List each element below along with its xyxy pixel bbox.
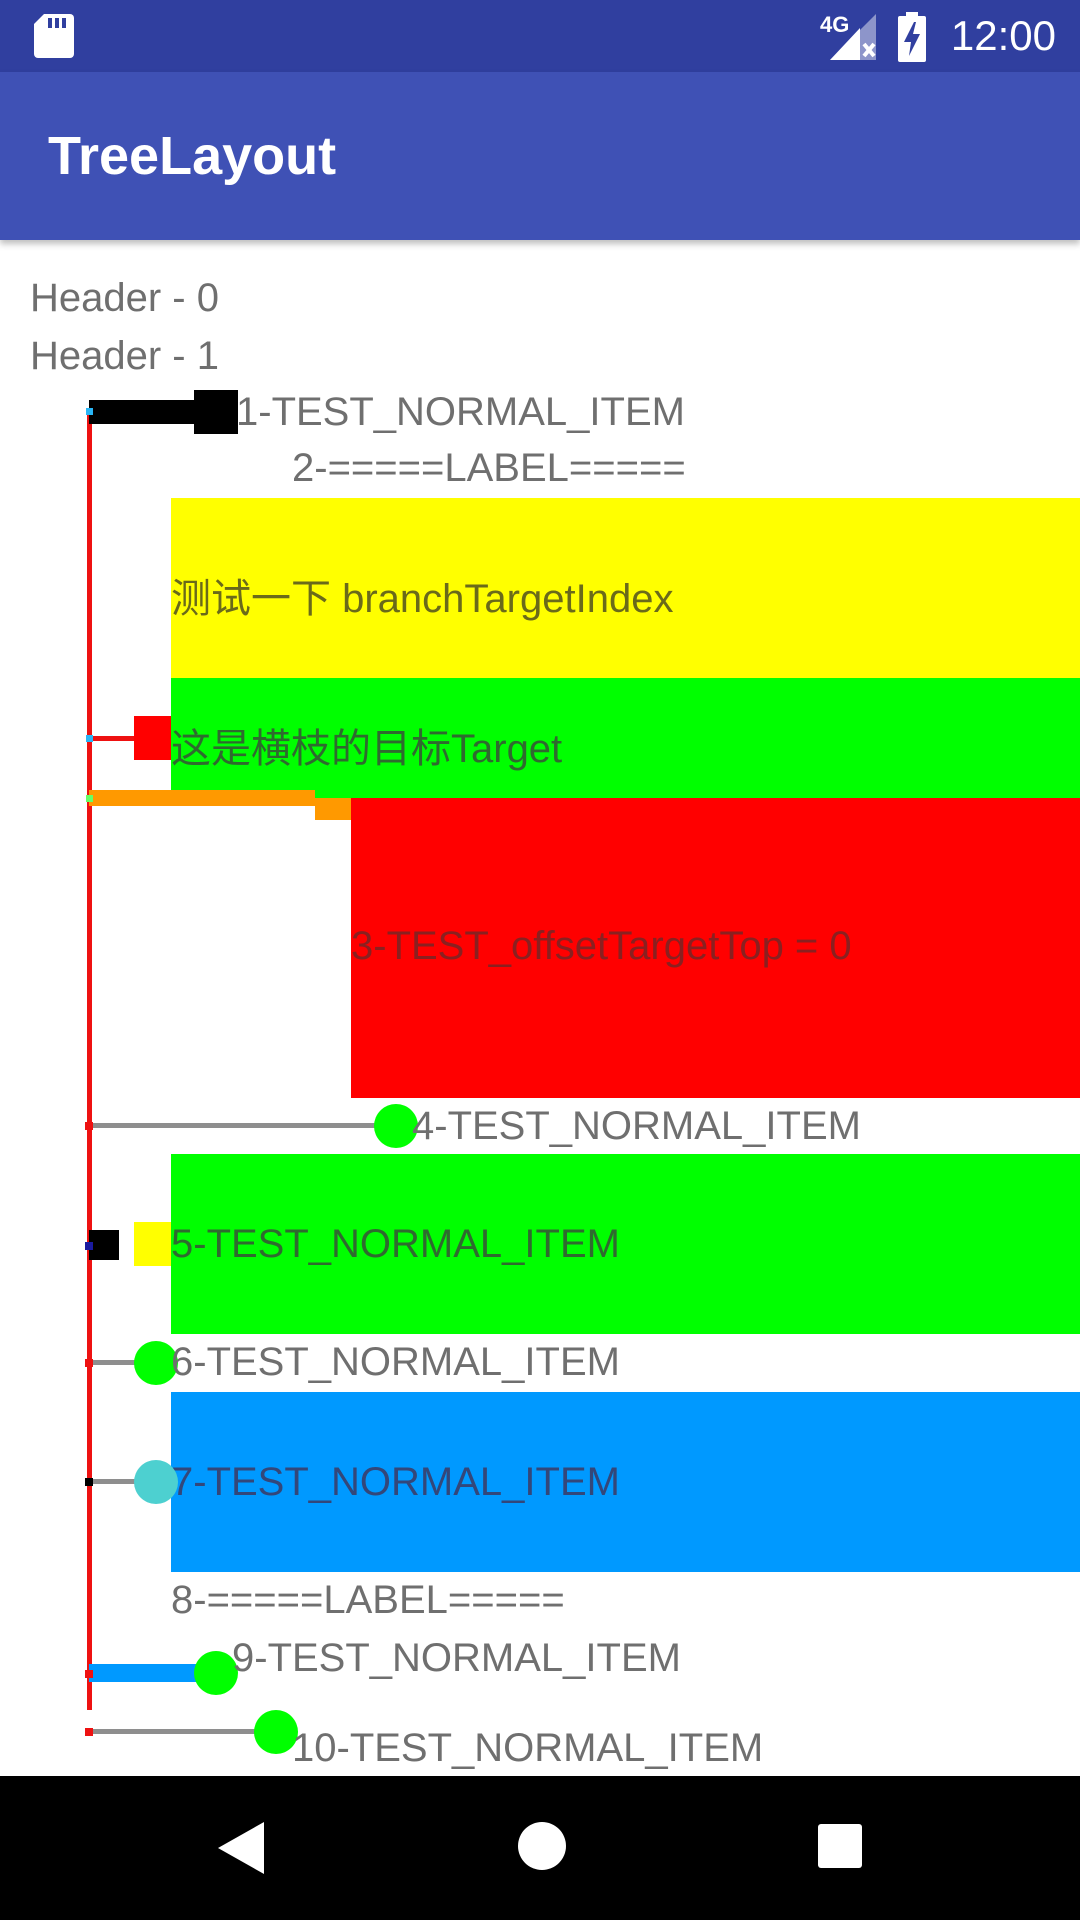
branch-test-block[interactable]: 测试一下 branchTargetIndex [171,498,1080,678]
branch-target-label: 这是横枝的目标Target [171,727,563,771]
label-item-8: 8-=====LABEL===== [171,1578,565,1622]
status-clock: 12:00 [950,12,1056,59]
branch-line-9 [89,1664,199,1682]
home-icon[interactable] [516,1820,568,1872]
branch-marker-5 [89,1230,119,1260]
tree-trunk-line [87,410,92,1710]
list-item-3-block[interactable]: 3-TEST_offsetTargetTop = 0 [351,798,1080,1098]
trunk-dot-6 [85,1359,93,1367]
node-marker-3 [315,798,351,820]
branch-line-target [89,736,135,741]
status-bar: 4G 12:00 [0,0,1080,72]
back-icon[interactable] [216,1820,266,1876]
battery-charging-icon [898,12,926,62]
node-marker-5 [134,1222,171,1266]
branch-line-4 [89,1123,395,1128]
navigation-bar [0,1776,1080,1920]
list-item-1[interactable]: 1-TEST_NORMAL_ITEM [236,390,685,435]
recents-icon[interactable] [816,1822,864,1870]
item-10-clip: 10-TEST_NORMAL_ITEM [0,1728,1080,1776]
node-marker-target [134,716,171,760]
trunk-dot-3 [86,795,93,802]
list-item-7-block[interactable]: 7-TEST_NORMAL_ITEM [171,1392,1080,1572]
list-item-10[interactable]: 10-TEST_NORMAL_ITEM [292,1728,763,1771]
branch-test-label: 测试一下 branchTargetIndex [171,577,674,621]
trunk-dot-1 [86,408,93,415]
sd-card-icon [34,14,74,58]
branch-line-1 [89,400,194,424]
trunk-dot-7 [85,1478,93,1486]
list-item-5: 5-TEST_NORMAL_ITEM [171,1222,620,1266]
tree-list[interactable]: Header - 0 Header - 1 1-TEST_NORMAL_ITEM… [0,240,1080,1776]
signal-4g-icon [830,14,876,60]
node-marker-1 [194,390,238,434]
branch-target-block[interactable]: 这是横枝的目标Target [171,678,1080,798]
trunk-dot-target [86,735,93,742]
header-0: Header - 0 [30,276,219,320]
branch-line-6 [89,1360,139,1365]
branch-line-7 [89,1479,139,1484]
list-item-9[interactable]: 9-TEST_NORMAL_ITEM [232,1636,681,1681]
list-item-4[interactable]: 4-TEST_NORMAL_ITEM [412,1104,861,1149]
trunk-dot-5 [85,1242,93,1250]
list-item-6[interactable]: 6-TEST_NORMAL_ITEM [171,1340,620,1385]
list-item-5-block[interactable]: 5-TEST_NORMAL_ITEM [171,1154,1080,1334]
header-1: Header - 1 [30,334,219,378]
label-item-2: 2-=====LABEL===== [292,446,686,490]
trunk-dot-4 [85,1122,93,1130]
list-item-7: 7-TEST_NORMAL_ITEM [171,1460,620,1504]
branch-line-3 [89,790,315,806]
node-circle-7 [134,1460,178,1504]
app-title: TreeLayout [48,126,337,186]
list-item-3: 3-TEST_offsetTargetTop = 0 [351,924,852,968]
trunk-dot-9 [85,1670,93,1678]
